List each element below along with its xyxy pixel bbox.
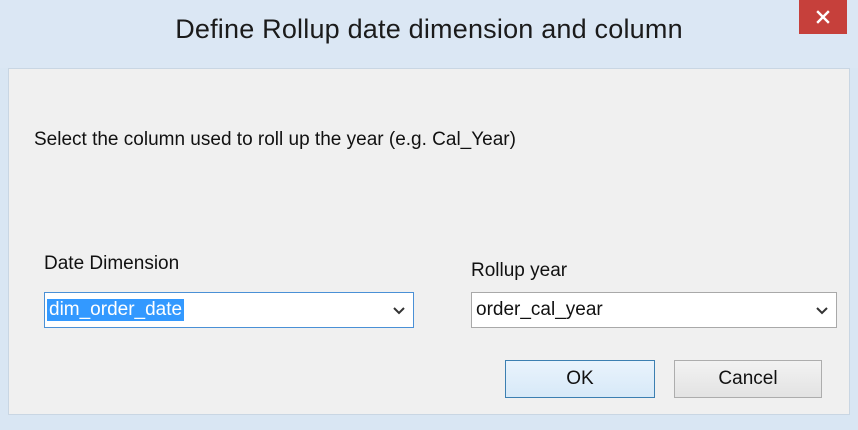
close-icon (816, 10, 830, 24)
cancel-button[interactable]: Cancel (674, 360, 822, 398)
date-dimension-value: dim_order_date (47, 299, 185, 321)
rollup-year-value: order_cal_year (476, 299, 603, 320)
dialog-title: Define Rollup date dimension and column (175, 14, 683, 44)
chevron-down-icon (393, 307, 405, 315)
date-dimension-select[interactable]: dim_order_date (44, 292, 414, 328)
rollup-year-select[interactable]: order_cal_year (471, 292, 837, 328)
rollup-year-label: Rollup year (471, 260, 568, 281)
close-button[interactable] (799, 0, 847, 34)
title-bar[interactable]: Define Rollup date dimension and column (0, 0, 858, 68)
dialog-body: Select the column used to roll up the ye… (8, 68, 850, 415)
instruction-text: Select the column used to roll up the ye… (34, 129, 516, 150)
chevron-down-icon (816, 307, 828, 315)
ok-button[interactable]: OK (505, 360, 655, 398)
dialog-window: Define Rollup date dimension and column … (0, 0, 858, 430)
date-dimension-label: Date Dimension (44, 253, 180, 274)
